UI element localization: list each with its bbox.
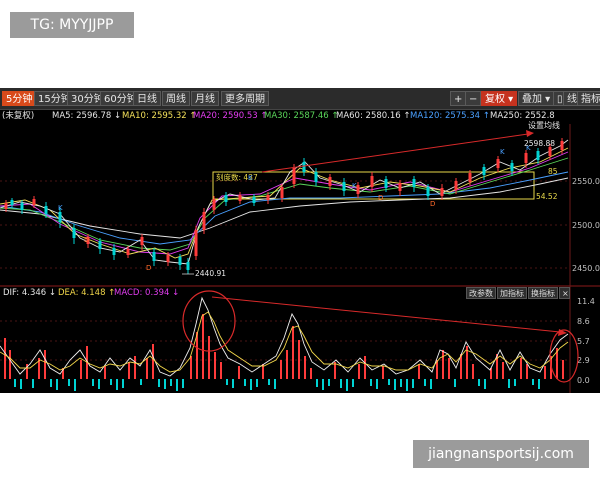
macd-tick: 11.4 (577, 297, 595, 306)
macd-tick: 8.6 (577, 317, 590, 326)
box-low-label: 54.52 (536, 192, 558, 201)
macd-dif-value: DIF: 4.346 ↓ (3, 288, 57, 298)
svg-text:K: K (500, 148, 505, 156)
svg-text:K: K (58, 204, 63, 212)
macd-dif-line (0, 296, 569, 377)
macd-histogram (4, 314, 564, 391)
macd-dea-value: DEA: 4.148 ↑ (58, 288, 116, 298)
stock-chart-window: 5分钟 15分钟 30分钟 60分钟 日线 周线 月线 更多周期 + − 复权 … (0, 88, 600, 393)
price-tick: 2450.00 (572, 264, 600, 273)
svg-text:K: K (248, 174, 253, 182)
svg-text:D: D (378, 194, 383, 202)
ma250-line (0, 177, 569, 239)
high-price-label: 2598.88 (524, 139, 555, 148)
low-price-label: 2440.91 (195, 269, 226, 278)
change-params-button[interactable]: 改参数 (466, 287, 496, 299)
price-tick: 2550.00 (572, 177, 600, 186)
watermark-bottom: jiangnansportsij.com (413, 440, 589, 468)
ma5-line (0, 139, 569, 265)
chart-canvas: 2550.00 2500.00 2450.00 刻度数: 437 54.52 8… (0, 124, 600, 393)
macd-tick: 0.0 (577, 376, 590, 385)
candlesticks (4, 138, 564, 274)
macd-trend-line (211, 296, 561, 333)
price-trend-arrowhead (526, 130, 534, 137)
watermark-top: TG: MYYJJPP (10, 12, 134, 38)
macd-tick: 2.9 (577, 356, 590, 365)
price-tick: 2500.00 (572, 221, 600, 230)
switch-indicator-button[interactable]: 换指标 (528, 287, 558, 299)
svg-text:D: D (146, 264, 151, 272)
macd-tick: 5.7 (577, 337, 590, 346)
svg-text:K: K (352, 182, 357, 190)
svg-text:D: D (84, 236, 89, 244)
close-icon[interactable]: × (559, 287, 570, 299)
add-indicator-button[interactable]: 加指标 (497, 287, 527, 299)
macd-value: MACD: 0.394 ↓ (114, 288, 180, 298)
price-trend-line (261, 133, 529, 173)
svg-text:D: D (430, 200, 435, 208)
